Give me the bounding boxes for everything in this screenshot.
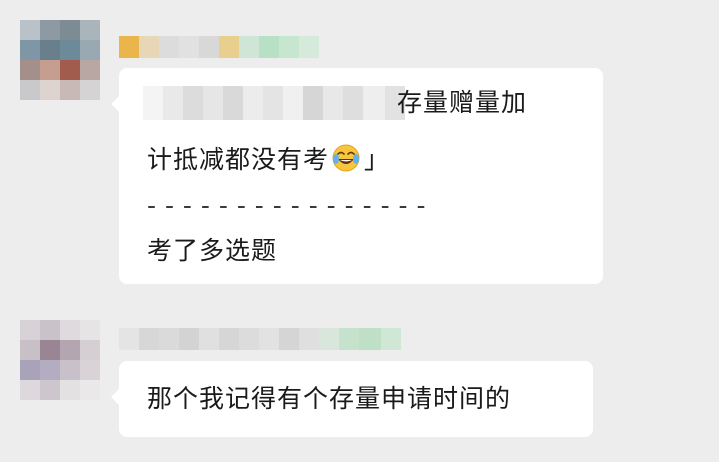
quote-end-mark: 」 <box>364 145 391 174</box>
message-text: 那个我记得有个存量申请时间的 <box>147 384 512 413</box>
sender-name <box>119 328 401 350</box>
quoted-text-line-1: 存量赠量加 <box>397 88 528 117</box>
quoted-text-line-2-text: 计抵减都没有考 <box>147 145 330 174</box>
message-bubble[interactable]: 那个我记得有个存量申请时间的 <box>111 361 593 437</box>
face-with-tears-of-joy-icon <box>332 144 360 172</box>
quoted-sender-redacted <box>143 86 405 120</box>
quote-divider: - - - - - - - - - - - - - - - - <box>147 191 427 220</box>
quoted-text-line-2: 计抵减都没有考 」 <box>147 143 390 177</box>
avatar[interactable] <box>20 320 100 400</box>
reply-text: 考了多选题 <box>147 236 278 265</box>
message-bubble[interactable]: 存量赠量加 计抵减都没有考 」 - - - - - - - - - - - - … <box>111 68 603 284</box>
sender-name <box>119 36 319 58</box>
avatar[interactable] <box>20 20 100 100</box>
